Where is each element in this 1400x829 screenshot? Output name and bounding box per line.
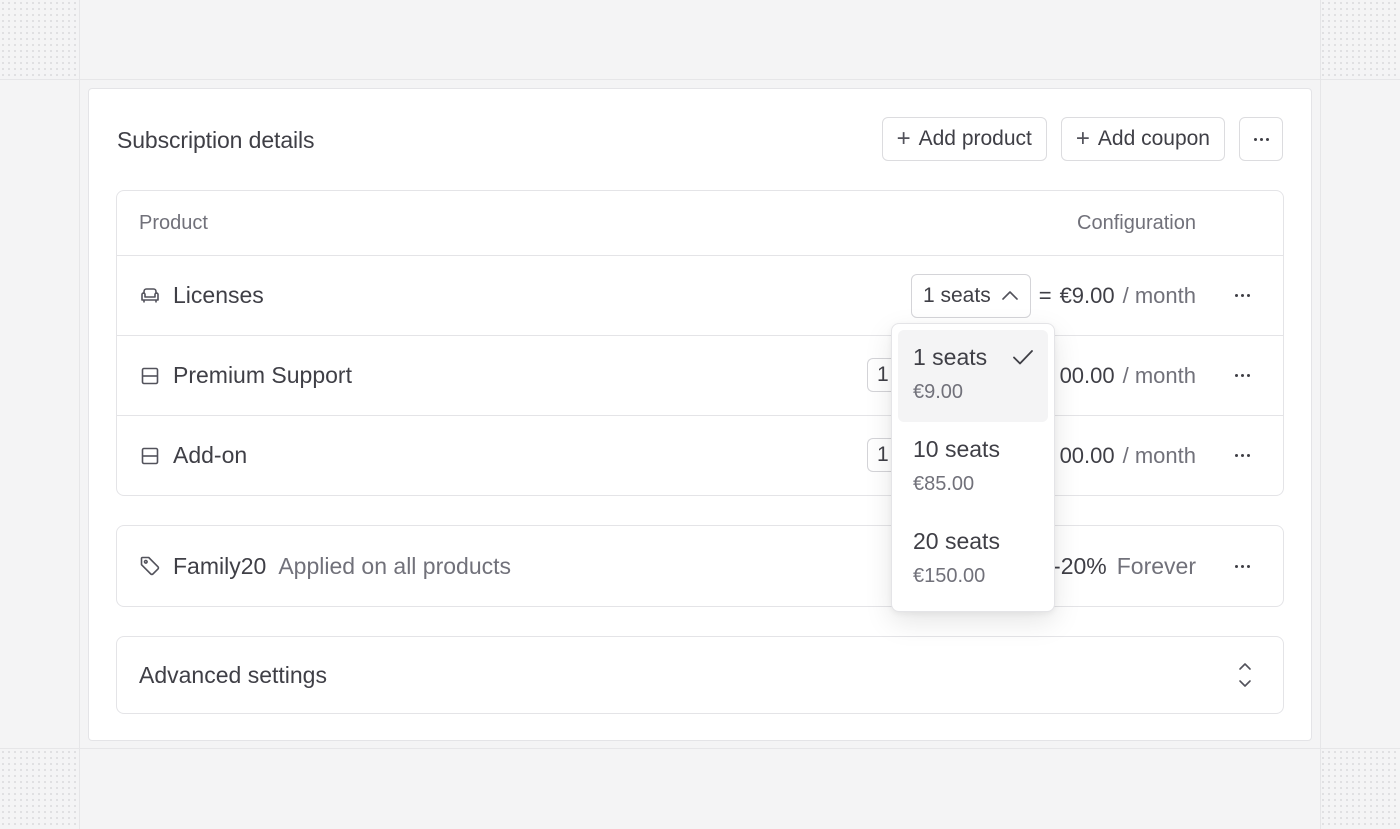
header-actions: + Add product + Add coupon xyxy=(881,117,1283,161)
column-header-configuration: Configuration xyxy=(1077,212,1196,234)
rail-line-left xyxy=(79,0,80,829)
column-header-product: Product xyxy=(139,212,208,234)
dotted-margin-top-left xyxy=(0,0,80,79)
seats-option-price: €150.00 xyxy=(913,565,986,587)
seats-option[interactable]: 20 seats €150.00 xyxy=(898,514,1048,606)
more-horizontal-icon xyxy=(1235,374,1250,377)
products-table: Product Configuration Licenses 1 seats =… xyxy=(116,190,1284,496)
product-name: Premium Support xyxy=(173,362,352,388)
table-row: Add-on 1 00.00 / month xyxy=(117,416,1283,495)
advanced-settings-title: Advanced settings xyxy=(139,662,327,688)
seats-option-price: €85.00 xyxy=(913,473,975,495)
seats-option-price: €9.00 xyxy=(913,381,964,403)
chevron-up-icon xyxy=(1001,284,1019,308)
add-coupon-label: Add coupon xyxy=(1097,127,1210,150)
seats-option-label: 20 seats xyxy=(913,528,1000,554)
row-more-button[interactable] xyxy=(1235,256,1250,335)
product-price: €9.00 xyxy=(1059,282,1115,308)
rail-line-bottom xyxy=(0,748,1400,749)
product-name: Licenses xyxy=(173,282,264,308)
plus-icon: + xyxy=(1075,125,1090,152)
package-icon xyxy=(139,445,161,467)
coupon-duration: Forever xyxy=(1116,552,1196,579)
add-coupon-button[interactable]: + Add coupon xyxy=(1060,117,1225,161)
table-header: Product Configuration xyxy=(117,191,1283,256)
coupon-code: Family20 xyxy=(173,552,267,579)
seats-option-label: 10 seats xyxy=(913,436,1000,462)
seats-select[interactable]: 1 seats xyxy=(910,273,1031,318)
rail-line-top xyxy=(0,79,1400,80)
coupon-scope: Applied on all products xyxy=(278,552,512,579)
equals-sign: = xyxy=(1038,282,1052,308)
seats-select-value: 1 seats xyxy=(922,283,991,307)
package-icon xyxy=(139,365,161,387)
add-product-label: Add product xyxy=(918,127,1032,150)
product-period: / month xyxy=(1122,362,1196,388)
advanced-settings-toggle[interactable]: Advanced settings xyxy=(116,636,1284,714)
dotted-margin-top-right xyxy=(1320,0,1400,79)
dotted-margin-bottom-left xyxy=(0,749,80,829)
more-horizontal-icon xyxy=(1235,564,1250,568)
check-icon xyxy=(1012,348,1034,371)
product-price: 00.00 xyxy=(1059,362,1115,388)
tag-icon xyxy=(139,555,161,577)
card-title: Subscription details xyxy=(117,127,315,153)
dotted-margin-bottom-right xyxy=(1320,749,1400,829)
more-horizontal-icon xyxy=(1235,294,1250,297)
product-price: 00.00 xyxy=(1059,442,1115,468)
card-more-button[interactable] xyxy=(1239,117,1283,161)
more-horizontal-icon xyxy=(1235,454,1250,457)
row-more-button[interactable] xyxy=(1235,336,1250,415)
subscription-details-card: Subscription details + Add product + Add… xyxy=(88,88,1312,741)
table-row: Licenses 1 seats = €9.00 / month xyxy=(117,256,1283,336)
plus-icon: + xyxy=(896,125,911,152)
product-period: / month xyxy=(1122,442,1196,468)
product-name: Add-on xyxy=(173,442,248,468)
seats-option[interactable]: 10 seats €85.00 xyxy=(898,422,1048,514)
coupon-discount: -20% xyxy=(1053,552,1107,579)
seats-option[interactable]: 1 seats €9.00 xyxy=(898,330,1048,422)
armchair-icon xyxy=(139,285,161,307)
add-product-button[interactable]: + Add product xyxy=(881,117,1047,161)
chevrons-up-down-icon xyxy=(1235,659,1255,691)
rail-line-right xyxy=(1320,0,1321,829)
product-period: / month xyxy=(1122,282,1196,308)
seats-dropdown-menu: 1 seats €9.00 10 seats €85.00 20 seats €… xyxy=(891,323,1055,612)
coupon-row: Family20 Applied on all products -20% Fo… xyxy=(116,525,1284,607)
table-row: Premium Support 1 00.00 / month xyxy=(117,336,1283,416)
coupon-more-button[interactable] xyxy=(1235,526,1250,606)
row-more-button[interactable] xyxy=(1235,416,1250,495)
more-horizontal-icon xyxy=(1253,137,1269,141)
